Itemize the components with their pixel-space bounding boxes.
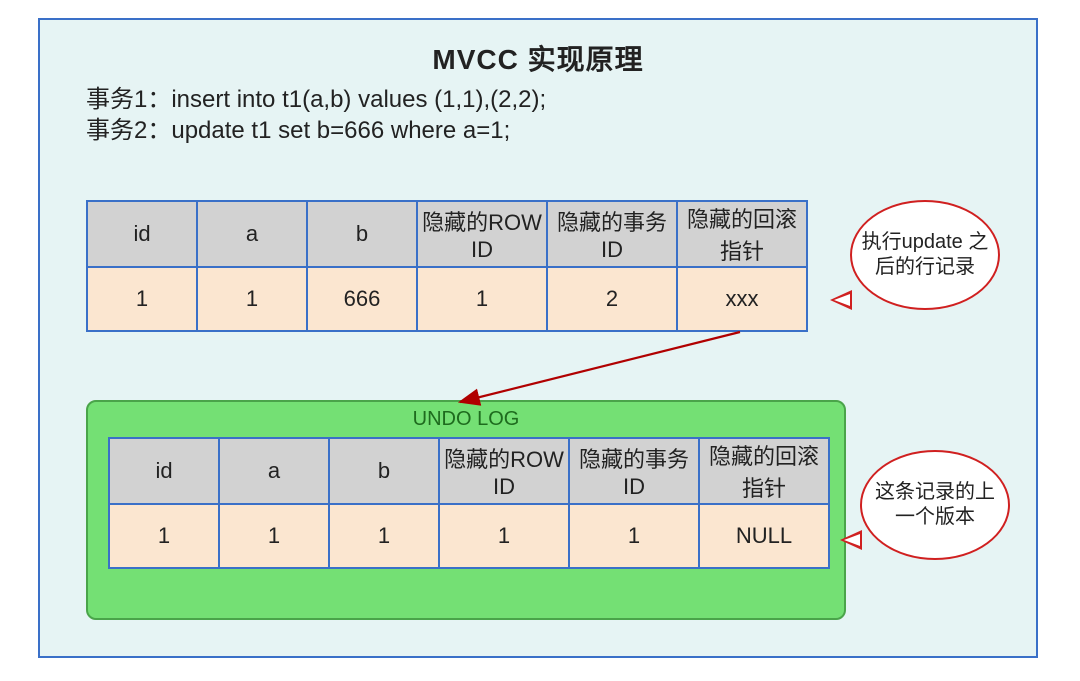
cell-id: 1: [109, 504, 219, 568]
cell-rowid: 1: [417, 267, 547, 331]
col-a: a: [219, 438, 329, 504]
callout-prev-version: 这条记录的上一个版本: [860, 450, 1010, 560]
current-row-table: id a b 隐藏的ROW ID 隐藏的事务ID 隐藏的回滚指针 1 1 666…: [86, 200, 808, 332]
table-row: 1 1 1 1 1 NULL: [109, 504, 829, 568]
table-header-row: id a b 隐藏的ROW ID 隐藏的事务ID 隐藏的回滚指针: [109, 438, 829, 504]
tx1-line: 事务1：insert into t1(a,b) values (1,1),(2,…: [86, 84, 546, 115]
col-trxid: 隐藏的事务ID: [569, 438, 699, 504]
cell-b: 1: [329, 504, 439, 568]
col-id: id: [109, 438, 219, 504]
col-rollptr: 隐藏的回滚指针: [699, 438, 829, 504]
callout-tail-icon: [840, 530, 862, 550]
col-id: id: [87, 201, 197, 267]
tx2-line: 事务2：update t1 set b=666 where a=1;: [86, 115, 546, 146]
callout-text: 执行update 之后的行记录: [858, 230, 992, 280]
table-row: 1 1 666 1 2 xxx: [87, 267, 807, 331]
callout-after-update: 执行update 之后的行记录: [850, 200, 1000, 310]
cell-b: 666: [307, 267, 417, 331]
callout-tail-icon: [830, 290, 852, 310]
col-rowid: 隐藏的ROW ID: [439, 438, 569, 504]
col-b: b: [307, 201, 417, 267]
col-rowid: 隐藏的ROW ID: [417, 201, 547, 267]
undo-log-box: UNDO LOG id a b 隐藏的ROW ID 隐藏的事务ID 隐藏的回滚指…: [86, 400, 846, 620]
undo-row-table: id a b 隐藏的ROW ID 隐藏的事务ID 隐藏的回滚指针 1 1 1 1…: [108, 437, 830, 569]
cell-trxid: 2: [547, 267, 677, 331]
cell-rollptr: xxx: [677, 267, 807, 331]
undo-log-title: UNDO LOG: [88, 408, 844, 431]
cell-a: 1: [197, 267, 307, 331]
col-trxid: 隐藏的事务ID: [547, 201, 677, 267]
transaction-statements: 事务1：insert into t1(a,b) values (1,1),(2,…: [86, 84, 546, 146]
cell-a: 1: [219, 504, 329, 568]
cell-trxid: 1: [569, 504, 699, 568]
cell-rollptr: NULL: [699, 504, 829, 568]
diagram-canvas: MVCC 实现原理 事务1：insert into t1(a,b) values…: [38, 18, 1038, 658]
col-rollptr: 隐藏的回滚指针: [677, 201, 807, 267]
table-header-row: id a b 隐藏的ROW ID 隐藏的事务ID 隐藏的回滚指针: [87, 201, 807, 267]
col-a: a: [197, 201, 307, 267]
callout-text: 这条记录的上一个版本: [868, 480, 1002, 530]
cell-id: 1: [87, 267, 197, 331]
cell-rowid: 1: [439, 504, 569, 568]
col-b: b: [329, 438, 439, 504]
page-title: MVCC 实现原理: [40, 38, 1036, 78]
